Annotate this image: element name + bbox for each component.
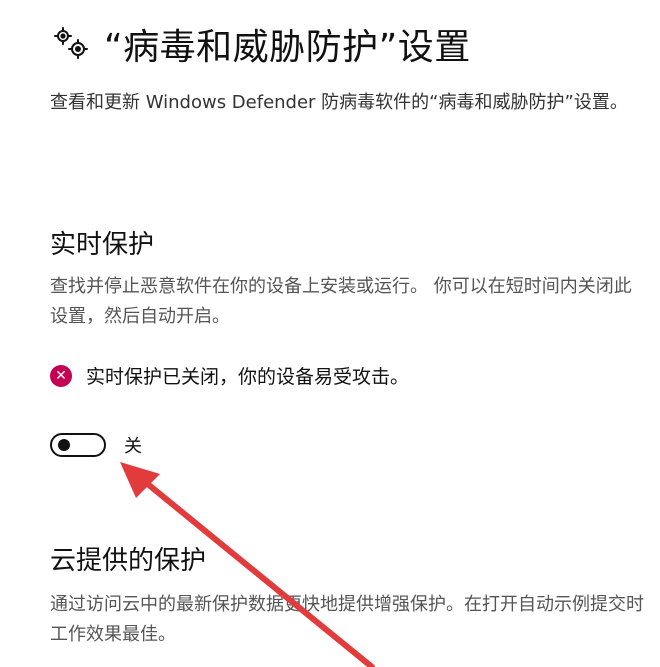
cloud-protection-description: 通过访问云中的最新保护数据更快地提供增强保护。在打开自动示例提交时工作效果最佳。: [50, 594, 644, 645]
realtime-protection-toggle-row: 关: [50, 432, 142, 458]
page-header: “病毒和威胁防护”设置: [50, 18, 471, 70]
realtime-protection-toggle[interactable]: [50, 433, 106, 457]
page-description: 查看和更新 Windows Defender 防病毒软件的“病毒和威胁防护”设置…: [50, 92, 628, 113]
gear-icon: [50, 22, 94, 66]
settings-page: “病毒和威胁防护”设置 查看和更新 Windows Defender 防病毒软件…: [0, 0, 660, 667]
realtime-protection-warning: ✕ 实时保护已关闭，你的设备易受攻击。: [50, 362, 409, 389]
page-title: “病毒和威胁防护”设置: [104, 27, 471, 68]
toggle-knob: [58, 439, 70, 451]
warning-text: 实时保护已关闭，你的设备易受攻击。: [86, 366, 410, 388]
cloud-protection-title: 云提供的保护: [50, 546, 207, 576]
realtime-protection-description: 查找并停止恶意软件在你的设备上安装或运行。 你可以在短时间内关闭此设置，然后自动…: [50, 276, 632, 327]
realtime-protection-title: 实时保护: [50, 230, 155, 260]
toggle-state-label: 关: [124, 436, 142, 457]
error-icon: ✕: [50, 364, 72, 387]
